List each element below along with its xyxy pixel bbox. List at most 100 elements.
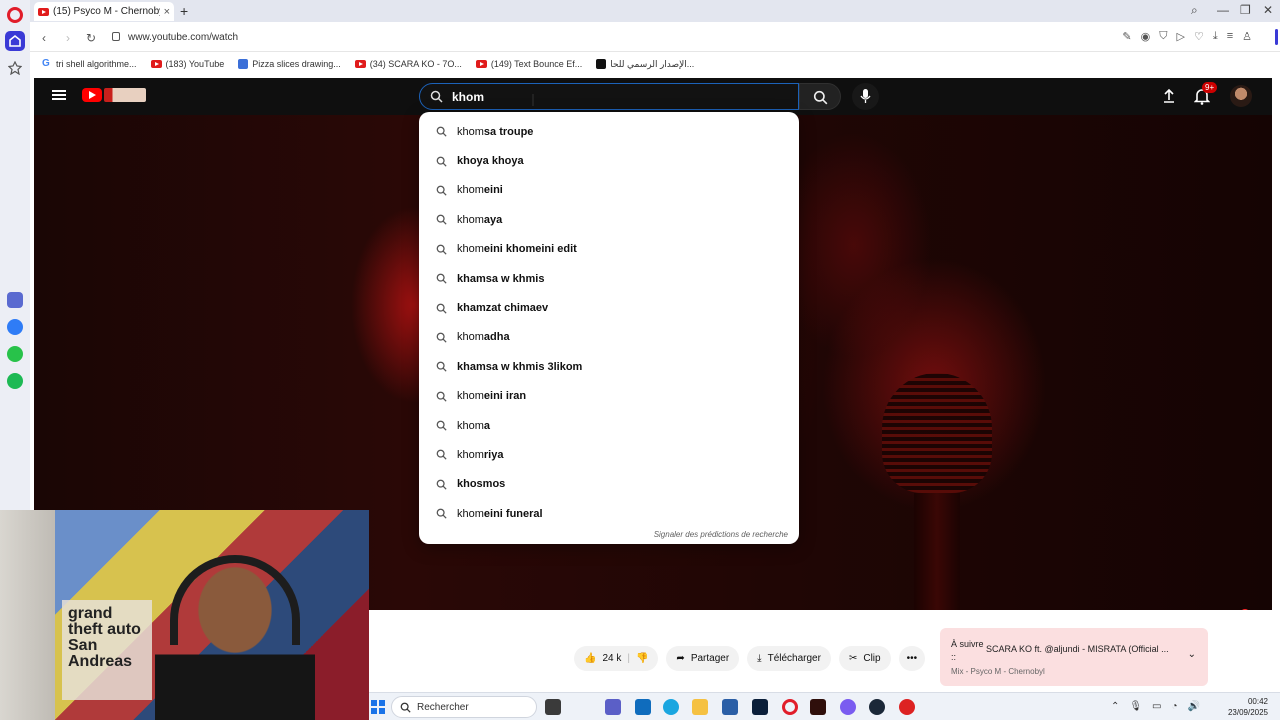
suggestion-item[interactable]: khomeini (419, 176, 799, 205)
youtube-logo-icon[interactable] (82, 88, 102, 102)
suggestion-item[interactable]: khomeini funeral (419, 499, 799, 528)
chevron-down-icon[interactable]: ⌄ (1188, 649, 1196, 660)
report-predictions-link[interactable]: Signaler des prédictions de recherche (654, 530, 788, 539)
restore-button[interactable]: ❐ (1240, 3, 1251, 17)
like-dislike-button[interactable]: 👍 24 k | 👎 (574, 646, 659, 671)
bookmark-item[interactable]: الإصدار الرسمي للحا... (596, 59, 694, 70)
windows-taskbar: Rechercher ⌃ 🎙 ▭ ◔ 🔊 00:42 23/09/2025 (369, 692, 1280, 720)
bookmark-item[interactable]: (183) YouTube (150, 59, 224, 69)
suggestion-text: khomeini khomeini edit (457, 243, 577, 255)
suggestion-item[interactable]: khamsa w khmis (419, 264, 799, 293)
edge-icon[interactable] (663, 699, 679, 715)
bookmark-item[interactable]: Pizza slices drawing... (238, 59, 341, 69)
mail-icon[interactable] (635, 699, 651, 715)
bookmark-item[interactable]: (34) SCARA KO - 7O... (354, 59, 462, 69)
url-field[interactable]: www.youtube.com/watch (128, 32, 238, 43)
youtube-icon (354, 60, 366, 68)
youtube-doodle-logo[interactable] (104, 88, 146, 102)
spotify-icon[interactable] (7, 373, 23, 389)
up-next-title[interactable]: SCARA KO ft. @aljundi - MISRATA (Officia… (986, 644, 1176, 654)
suggestion-item[interactable]: khomeini iran (419, 382, 799, 411)
photoshop-icon[interactable] (752, 699, 768, 715)
steam-icon[interactable] (869, 699, 885, 715)
search-icon (436, 273, 447, 284)
bookmark-item[interactable]: Gtri shell algorithme... (42, 59, 137, 70)
reload-button[interactable]: ↻ (86, 31, 96, 45)
suggestion-item[interactable]: khosmos (419, 470, 799, 499)
pinboard-icon[interactable] (8, 61, 22, 75)
shield-icon[interactable]: ⛉ (1159, 30, 1167, 43)
sidebar-toggle[interactable] (1275, 29, 1278, 45)
suggestion-text: khoya khoya (457, 155, 524, 167)
home-icon[interactable] (5, 31, 25, 51)
app-icon[interactable] (899, 699, 915, 715)
more-actions-button[interactable]: ••• (898, 646, 926, 671)
close-window-button[interactable]: ✕ (1263, 3, 1273, 17)
up-next-card[interactable]: À suivre :: SCARA KO ft. @aljundi - MISR… (940, 628, 1208, 686)
minimize-button[interactable]: — (1217, 3, 1229, 17)
discord-icon[interactable] (840, 699, 856, 715)
avatar[interactable] (1230, 85, 1252, 107)
suggestion-item[interactable]: khoma (419, 411, 799, 440)
heart-icon[interactable]: ♡ (1194, 30, 1204, 43)
suggestion-completion: eini iran (483, 390, 527, 403)
suggestion-item[interactable]: khomriya (419, 440, 799, 469)
monitor-icon[interactable]: ▭ (1152, 701, 1161, 712)
illustrator-icon[interactable] (810, 699, 826, 715)
suggestion-item[interactable]: khomsa troupe (419, 117, 799, 146)
opera-logo-icon[interactable] (7, 7, 23, 23)
app-store-icon[interactable] (7, 292, 23, 308)
suggestion-text: khomeini (457, 184, 503, 196)
upload-icon[interactable] (1162, 88, 1176, 104)
chevron-up-icon[interactable]: ⌃ (1111, 701, 1119, 712)
edit-icon[interactable]: ✎ (1122, 30, 1131, 43)
thumbs-up-icon[interactable]: 👍 (584, 653, 596, 664)
clip-button[interactable]: ✂ Clip (838, 646, 891, 671)
play-icon[interactable]: ▷ (1176, 30, 1184, 43)
messenger-icon[interactable] (7, 319, 23, 335)
search-input[interactable] (452, 88, 782, 106)
search-tabs-icon[interactable]: ⌕ (1191, 3, 1198, 18)
teams-icon[interactable] (605, 699, 621, 715)
suggestion-typed: khom (457, 125, 484, 138)
voice-search-button[interactable] (852, 83, 879, 110)
suggestion-item[interactable]: khoya khoya (419, 146, 799, 175)
taskbar-search[interactable]: Rechercher (391, 696, 537, 718)
suggestion-item[interactable]: khamsa w khmis 3likom (419, 352, 799, 381)
volume-icon[interactable]: 🔊 (1188, 701, 1200, 712)
scrubber-handle[interactable] (1239, 609, 1250, 610)
search-button[interactable] (799, 83, 841, 110)
download-button[interactable]: ⤓ Télécharger (747, 646, 831, 671)
suggestion-item[interactable]: khomadha (419, 323, 799, 352)
menu-icon[interactable]: ≡ (1227, 30, 1233, 43)
hamburger-menu-icon[interactable] (52, 90, 66, 100)
close-tab-icon[interactable]: × (164, 6, 170, 18)
new-tab-button[interactable]: + (180, 3, 188, 19)
suggestion-item[interactable]: khomeini khomeini edit (419, 235, 799, 264)
search-icon (436, 508, 447, 519)
file-explorer-icon[interactable] (692, 699, 708, 715)
store-icon[interactable] (722, 699, 738, 715)
suggestion-item[interactable]: khomaya (419, 205, 799, 234)
snapshot-icon[interactable]: ◉ (1141, 30, 1151, 43)
download-icon[interactable]: ⤓ (1213, 30, 1218, 43)
search-box[interactable] (419, 83, 799, 110)
opera-icon[interactable] (782, 699, 798, 715)
back-button[interactable]: ‹ (42, 31, 46, 45)
suggestion-item[interactable]: khamzat chimaev (419, 293, 799, 322)
suggestion-completion: eini funeral (483, 507, 543, 520)
profile-icon[interactable]: ♙ (1242, 30, 1252, 43)
task-view-icon[interactable] (545, 699, 561, 715)
tab-youtube[interactable]: (15) Psyco M - Chernobyl × (34, 2, 174, 21)
thumbs-down-icon[interactable]: 👎 (636, 653, 648, 664)
forward-button[interactable]: › (66, 31, 70, 45)
bookmark-label: Pizza slices drawing... (252, 59, 341, 69)
app-icon (596, 59, 607, 69)
windows-start-icon[interactable] (371, 700, 385, 714)
share-button[interactable]: ➦ Partager (666, 646, 740, 671)
whatsapp-icon[interactable] (7, 346, 23, 362)
taskbar-clock[interactable]: 00:42 23/09/2025 (1228, 696, 1268, 718)
wifi-icon[interactable]: ◔ (1172, 701, 1178, 712)
bookmark-item[interactable]: (149) Text Bounce Ef... (475, 59, 582, 69)
microphone-icon[interactable]: 🎙 (1129, 701, 1142, 712)
